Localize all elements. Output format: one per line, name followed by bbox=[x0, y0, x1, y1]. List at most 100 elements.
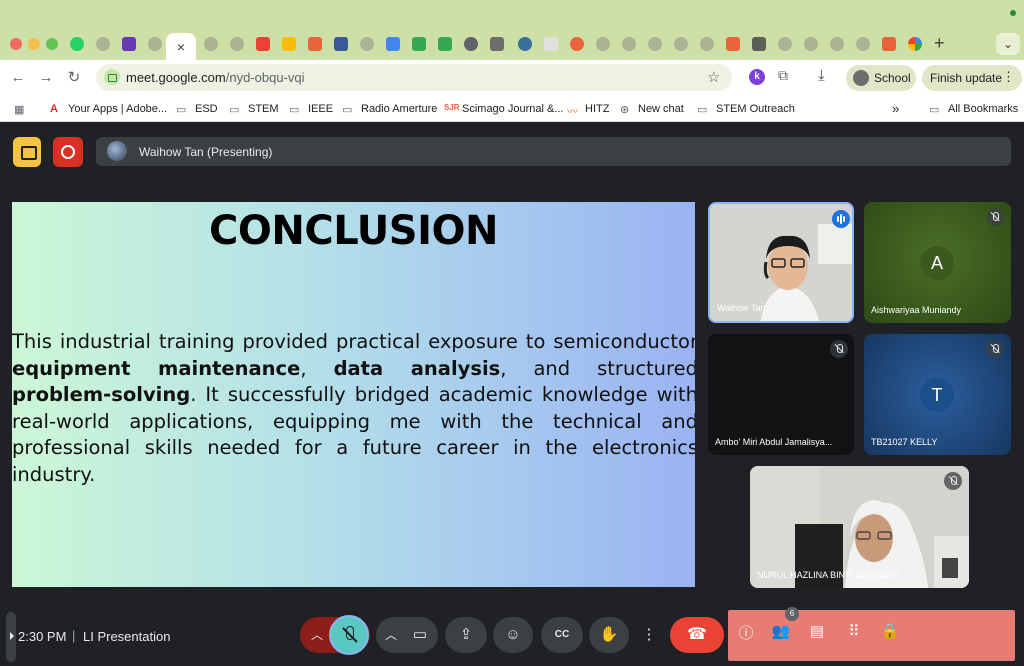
bookmark-hitz[interactable]: HITZ bbox=[585, 103, 609, 115]
bookmark-scimago[interactable]: Scimago Journal &... bbox=[462, 103, 564, 115]
more-vert-icon[interactable]: ⋮ bbox=[1002, 69, 1015, 85]
presentation-slide: CONCLUSION This industrial training prov… bbox=[12, 202, 695, 587]
forward-icon[interactable]: → bbox=[36, 68, 56, 88]
chat-icon[interactable]: ▤ bbox=[806, 622, 828, 640]
bookmark-esd[interactable]: ESD bbox=[195, 103, 218, 115]
browser-tab[interactable] bbox=[878, 33, 900, 55]
site-icon bbox=[752, 37, 766, 51]
apps-grid-icon[interactable]: ▦ bbox=[14, 103, 24, 116]
participant-tile-ambo[interactable]: Ambo' Miri Abdul Jamalisya... bbox=[708, 334, 854, 455]
browser-tab[interactable] bbox=[904, 33, 926, 55]
mic-toggle-button[interactable] bbox=[329, 615, 369, 655]
activities-icon[interactable]: ⠿ bbox=[843, 622, 865, 640]
participant-tile-waihow[interactable]: Waihow Tan bbox=[708, 202, 854, 323]
browser-tab[interactable] bbox=[826, 33, 848, 55]
globe-icon bbox=[148, 37, 162, 51]
browser-tab[interactable] bbox=[330, 33, 352, 55]
extension-k-icon[interactable]: k bbox=[749, 69, 765, 85]
stop-presenting-button[interactable] bbox=[13, 137, 41, 167]
browser-tab[interactable] bbox=[408, 33, 430, 55]
folder-icon: ▭ bbox=[176, 104, 187, 116]
profile-icon bbox=[490, 37, 504, 51]
browser-tab-active[interactable]: × bbox=[166, 33, 196, 60]
bookmark-star-icon[interactable]: ☆ bbox=[707, 68, 720, 86]
extensions-puzzle-icon[interactable]: ⧉ bbox=[778, 67, 788, 84]
browser-tab[interactable] bbox=[304, 33, 326, 55]
bookmarks-overflow-button[interactable]: » bbox=[892, 101, 899, 116]
browser-tab[interactable] bbox=[800, 33, 822, 55]
browser-tab[interactable] bbox=[486, 33, 508, 55]
openai-icon: ⊛ bbox=[620, 104, 630, 116]
browser-tab[interactable] bbox=[92, 33, 114, 55]
end-call-button[interactable]: ☎ bbox=[670, 617, 724, 653]
hitz-icon: 〰 bbox=[567, 106, 578, 118]
browser-tab[interactable] bbox=[278, 33, 300, 55]
browser-tab[interactable] bbox=[144, 33, 166, 55]
participant-tile-kelly[interactable]: T TB21027 KELLY bbox=[864, 334, 1011, 455]
browser-tab[interactable] bbox=[252, 33, 274, 55]
raise-hand-button[interactable]: ✋ bbox=[589, 617, 629, 653]
bookmark-radio-amerture[interactable]: Radio Amerture bbox=[361, 103, 437, 115]
bookmark-ieee[interactable]: IEEE bbox=[308, 103, 333, 115]
browser-tab[interactable] bbox=[774, 33, 796, 55]
back-icon[interactable]: ← bbox=[8, 68, 28, 88]
browser-tab[interactable] bbox=[514, 33, 536, 55]
side-panel-toggle[interactable] bbox=[6, 612, 16, 662]
camera-icon[interactable]: ▭ bbox=[402, 617, 438, 653]
bookmark-adobe[interactable]: Your Apps | Adobe... bbox=[68, 103, 167, 115]
browser-tab[interactable] bbox=[644, 33, 666, 55]
browser-tab[interactable] bbox=[356, 33, 378, 55]
browser-tab[interactable] bbox=[722, 33, 744, 55]
host-controls-icon[interactable]: 🔒 bbox=[879, 622, 901, 640]
bookmark-new-chat[interactable]: New chat bbox=[638, 103, 684, 115]
browser-tab[interactable] bbox=[382, 33, 404, 55]
chevron-up-icon[interactable]: ︿ bbox=[302, 617, 332, 653]
browser-tab[interactable] bbox=[460, 33, 482, 55]
download-icon[interactable]: ⤓ bbox=[818, 67, 825, 84]
more-options-icon[interactable]: ⋮ bbox=[637, 617, 661, 653]
browser-tab[interactable] bbox=[226, 33, 248, 55]
browser-tab[interactable] bbox=[200, 33, 222, 55]
new-tab-button[interactable]: + bbox=[934, 33, 945, 54]
avatar: A bbox=[920, 246, 954, 280]
globe-icon bbox=[830, 37, 844, 51]
browser-tab[interactable] bbox=[566, 33, 588, 55]
browser-tab[interactable] bbox=[434, 33, 456, 55]
slide-bold-text: data analysis bbox=[333, 356, 501, 380]
presenter-label: Waihow Tan (Presenting) bbox=[139, 145, 273, 159]
reload-icon[interactable]: ↻ bbox=[64, 68, 84, 88]
participant-tile-nurul[interactable]: NURUL HAZLINA BINTI NOORDIN bbox=[750, 466, 969, 588]
bookmark-stem-outreach[interactable]: STEM Outreach bbox=[716, 103, 795, 115]
browser-tab[interactable] bbox=[540, 33, 562, 55]
browser-tab[interactable] bbox=[66, 33, 88, 55]
window-close-button[interactable] bbox=[10, 38, 22, 50]
participant-tile-aishwariyaa[interactable]: A Aishwariyaa Muniandy bbox=[864, 202, 1011, 323]
adobe-icon: A bbox=[50, 103, 58, 115]
window-zoom-button[interactable] bbox=[46, 38, 58, 50]
browser-tab[interactable] bbox=[748, 33, 770, 55]
meet-site-icon[interactable] bbox=[104, 69, 120, 85]
window-minimize-button[interactable] bbox=[28, 38, 40, 50]
info-icon[interactable]: ⓘ bbox=[735, 622, 757, 643]
all-bookmarks-button[interactable]: All Bookmarks bbox=[948, 103, 1018, 115]
url-text[interactable]: meet.google.com/nyd-obqu-vqi bbox=[126, 70, 305, 85]
browser-tab[interactable] bbox=[618, 33, 640, 55]
globe-icon bbox=[360, 37, 374, 51]
folder-icon: ▭ bbox=[342, 104, 353, 116]
captions-button[interactable]: CC bbox=[541, 617, 583, 653]
browser-tab[interactable] bbox=[670, 33, 692, 55]
browser-tab[interactable] bbox=[592, 33, 614, 55]
avatar bbox=[107, 141, 127, 161]
meeting-time: 2:30 PM bbox=[18, 629, 67, 644]
bookmark-stem[interactable]: STEM bbox=[248, 103, 279, 115]
recording-button[interactable] bbox=[53, 137, 83, 167]
people-icon[interactable]: 👥 bbox=[770, 622, 792, 640]
emoji-button[interactable]: ☺ bbox=[493, 617, 533, 653]
people-count-badge: 6 bbox=[785, 607, 799, 621]
browser-tab[interactable] bbox=[696, 33, 718, 55]
browser-tab[interactable] bbox=[118, 33, 140, 55]
present-screen-button[interactable]: ⇪ bbox=[445, 617, 487, 653]
tab-search-button[interactable]: ⌄ bbox=[996, 33, 1020, 55]
close-icon[interactable]: × bbox=[177, 39, 185, 55]
browser-tab[interactable] bbox=[852, 33, 874, 55]
